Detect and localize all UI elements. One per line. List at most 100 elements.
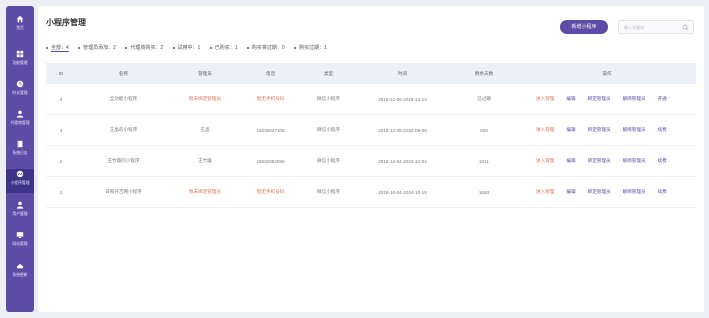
col-ops: 操作 <box>602 70 612 76</box>
activate-link[interactable]: 开通 <box>658 96 667 102</box>
table-row: 3 王晶的小程序 王晶 15230627108 微信小程序 2018-12-05… <box>46 115 696 146</box>
col-phone: 电话 <box>265 70 276 76</box>
cell-admin: 暂未绑定管理员 <box>188 96 222 101</box>
cell-admin: 暂未绑定管理员 <box>188 189 222 194</box>
cell-phone: 暂无手机号码 <box>256 189 285 194</box>
bind-admin-link[interactable]: 绑定管理员 <box>588 158 611 164</box>
search-input[interactable] <box>624 23 680 32</box>
edit-link[interactable]: 编辑 <box>566 189 575 195</box>
col-days: 剩余天数 <box>474 70 494 76</box>
miniprogram-table: ID 名称 管理员 电话 类型 时间 剩余天数 操作 4 全功能小程序 暂未绑定… <box>46 63 696 208</box>
page-title: 小程序管理 <box>46 18 86 27</box>
filter-agent-purchased[interactable]: 代理商购买：2 <box>125 44 163 51</box>
add-miniprogram-button[interactable]: 新增小程序 <box>560 20 608 34</box>
grid-icon <box>16 50 24 58</box>
book-icon <box>17 140 23 148</box>
cell-days: 已过期 <box>477 96 491 101</box>
search-box <box>618 20 694 34</box>
sidebar: 首页 功能管理 时长管理 代理商管理 系统日志 小程序管理 用户管理 网站管理 <box>6 6 34 312</box>
edit-link[interactable]: 编辑 <box>566 158 575 164</box>
bind-admin-link[interactable]: 绑定管理员 <box>588 127 611 133</box>
edit-link[interactable]: 编辑 <box>566 96 575 102</box>
sidebar-item-update[interactable]: 系统更新 <box>6 261 34 285</box>
sidebar-item-website[interactable]: 网站管理 <box>6 230 34 254</box>
bullet-icon <box>125 46 128 49</box>
col-name: 名称 <box>118 70 129 76</box>
cell-admin: 王晶 <box>200 127 210 132</box>
cell-ops: 进入管理 编辑 绑定管理员 解绑管理员 续费 <box>518 158 696 164</box>
sidebar-item-logs[interactable]: 系统日志 <box>6 139 34 163</box>
col-type: 类型 <box>323 70 334 76</box>
col-id: ID <box>58 71 64 76</box>
sidebar-item-label: 网站管理 <box>12 241 28 246</box>
cell-days: 1011 <box>479 158 489 164</box>
cell-type: 微信小程序 <box>317 158 340 163</box>
cell-name: 全功能小程序 <box>109 96 138 101</box>
cell-time: 2018-12-05-2022-09-05 <box>378 127 427 133</box>
bullet-icon <box>46 46 48 49</box>
cell-id: 3 <box>59 127 63 133</box>
user-icon <box>16 110 24 118</box>
home-icon <box>16 15 24 23</box>
sidebar-item-label: 用户管理 <box>12 211 28 216</box>
unbind-admin-link[interactable]: 解绑管理员 <box>623 127 646 133</box>
sidebar-item-features[interactable]: 功能管理 <box>6 49 34 73</box>
unbind-admin-link[interactable]: 解绑管理员 <box>623 158 646 164</box>
enter-management-link[interactable]: 进入管理 <box>536 189 554 195</box>
renew-link[interactable]: 续费 <box>658 189 667 195</box>
edit-link[interactable]: 编辑 <box>566 127 575 133</box>
enter-management-link[interactable]: 进入管理 <box>536 158 554 164</box>
unbind-admin-link[interactable]: 解绑管理员 <box>623 189 646 195</box>
renew-link[interactable]: 续费 <box>658 158 667 164</box>
cell-type: 微信小程序 <box>317 127 340 132</box>
users-icon <box>16 201 24 209</box>
table-header: ID 名称 管理员 电话 类型 时间 剩余天数 操作 <box>46 63 696 84</box>
col-time: 时间 <box>397 70 408 76</box>
main-panel: 小程序管理 新增小程序 全部：4 管理员添加：2 代理商购买：2 试用中：1 已… <box>38 6 704 312</box>
enter-management-link[interactable]: 进入管理 <box>536 96 554 102</box>
filter-bar: 全部：4 管理员添加：2 代理商购买：2 试用中：1 已购买：1 购买将过期：0… <box>46 44 335 52</box>
sidebar-item-duration[interactable]: 时长管理 <box>6 79 34 103</box>
sidebar-item-label: 系统日志 <box>12 150 28 155</box>
enter-management-link[interactable]: 进入管理 <box>536 127 554 133</box>
sidebar-item-agents[interactable]: 代理商管理 <box>6 109 34 133</box>
cell-id: 2 <box>59 158 63 164</box>
cell-phone: 15230627108 <box>256 127 285 133</box>
cell-time: 2018-12-06-2018-12-13 <box>378 96 427 102</box>
cell-ops: 进入管理 编辑 绑定管理员 解绑管理员 续费 <box>518 189 696 195</box>
bind-admin-link[interactable]: 绑定管理员 <box>588 96 611 102</box>
cell-ops: 进入管理 编辑 绑定管理员 解绑管理员 续费 <box>518 127 696 133</box>
sidebar-item-miniprogram[interactable]: 小程序管理 <box>6 169 34 193</box>
unbind-admin-link[interactable]: 解绑管理员 <box>623 96 646 102</box>
clock-icon <box>16 80 24 88</box>
filter-expiring[interactable]: 购买将过期：0 <box>246 44 285 51</box>
renew-link[interactable]: 续费 <box>658 127 667 133</box>
sidebar-item-users[interactable]: 用户管理 <box>6 200 34 224</box>
cloud-icon <box>16 264 24 269</box>
cell-type: 微信小程序 <box>317 189 340 194</box>
miniprogram-icon <box>16 170 24 178</box>
filter-admin-added[interactable]: 管理员添加：2 <box>78 44 116 51</box>
bullet-icon <box>78 46 81 49</box>
filter-trial[interactable]: 试用中：1 <box>172 44 200 51</box>
app-root: 首页 功能管理 时长管理 代理商管理 系统日志 小程序管理 用户管理 网站管理 <box>0 0 709 318</box>
cell-time: 2018-10-04-2024-10-16 <box>378 189 427 195</box>
bullet-icon <box>172 46 175 49</box>
sidebar-item-label: 代理商管理 <box>10 120 30 125</box>
cell-days: 829 <box>480 127 488 133</box>
bind-admin-link[interactable]: 绑定管理员 <box>588 189 611 195</box>
table-row: 1 日照仟吉网小程序 暂未绑定管理员 暂无手机号码 微信小程序 2018-10-… <box>46 177 696 208</box>
sidebar-item-home[interactable]: 首页 <box>6 14 34 38</box>
cell-name: 王晶的小程序 <box>109 127 138 132</box>
filter-expired[interactable]: 购买过期：1 <box>294 44 327 51</box>
search-icon[interactable] <box>682 24 689 31</box>
bullet-icon <box>209 46 212 49</box>
cell-admin: 王竹璇 <box>198 158 212 163</box>
filter-all[interactable]: 全部：4 <box>46 44 69 52</box>
sidebar-item-label: 小程序管理 <box>10 180 30 185</box>
filter-purchased[interactable]: 已购买：1 <box>209 44 238 51</box>
cell-time: 2018-12-04-2022-12-04 <box>378 158 427 164</box>
sidebar-item-label: 时长管理 <box>12 90 28 95</box>
cell-id: 4 <box>59 96 63 102</box>
cell-ops: 进入管理 编辑 绑定管理员 解绑管理员 开通 <box>518 96 696 102</box>
